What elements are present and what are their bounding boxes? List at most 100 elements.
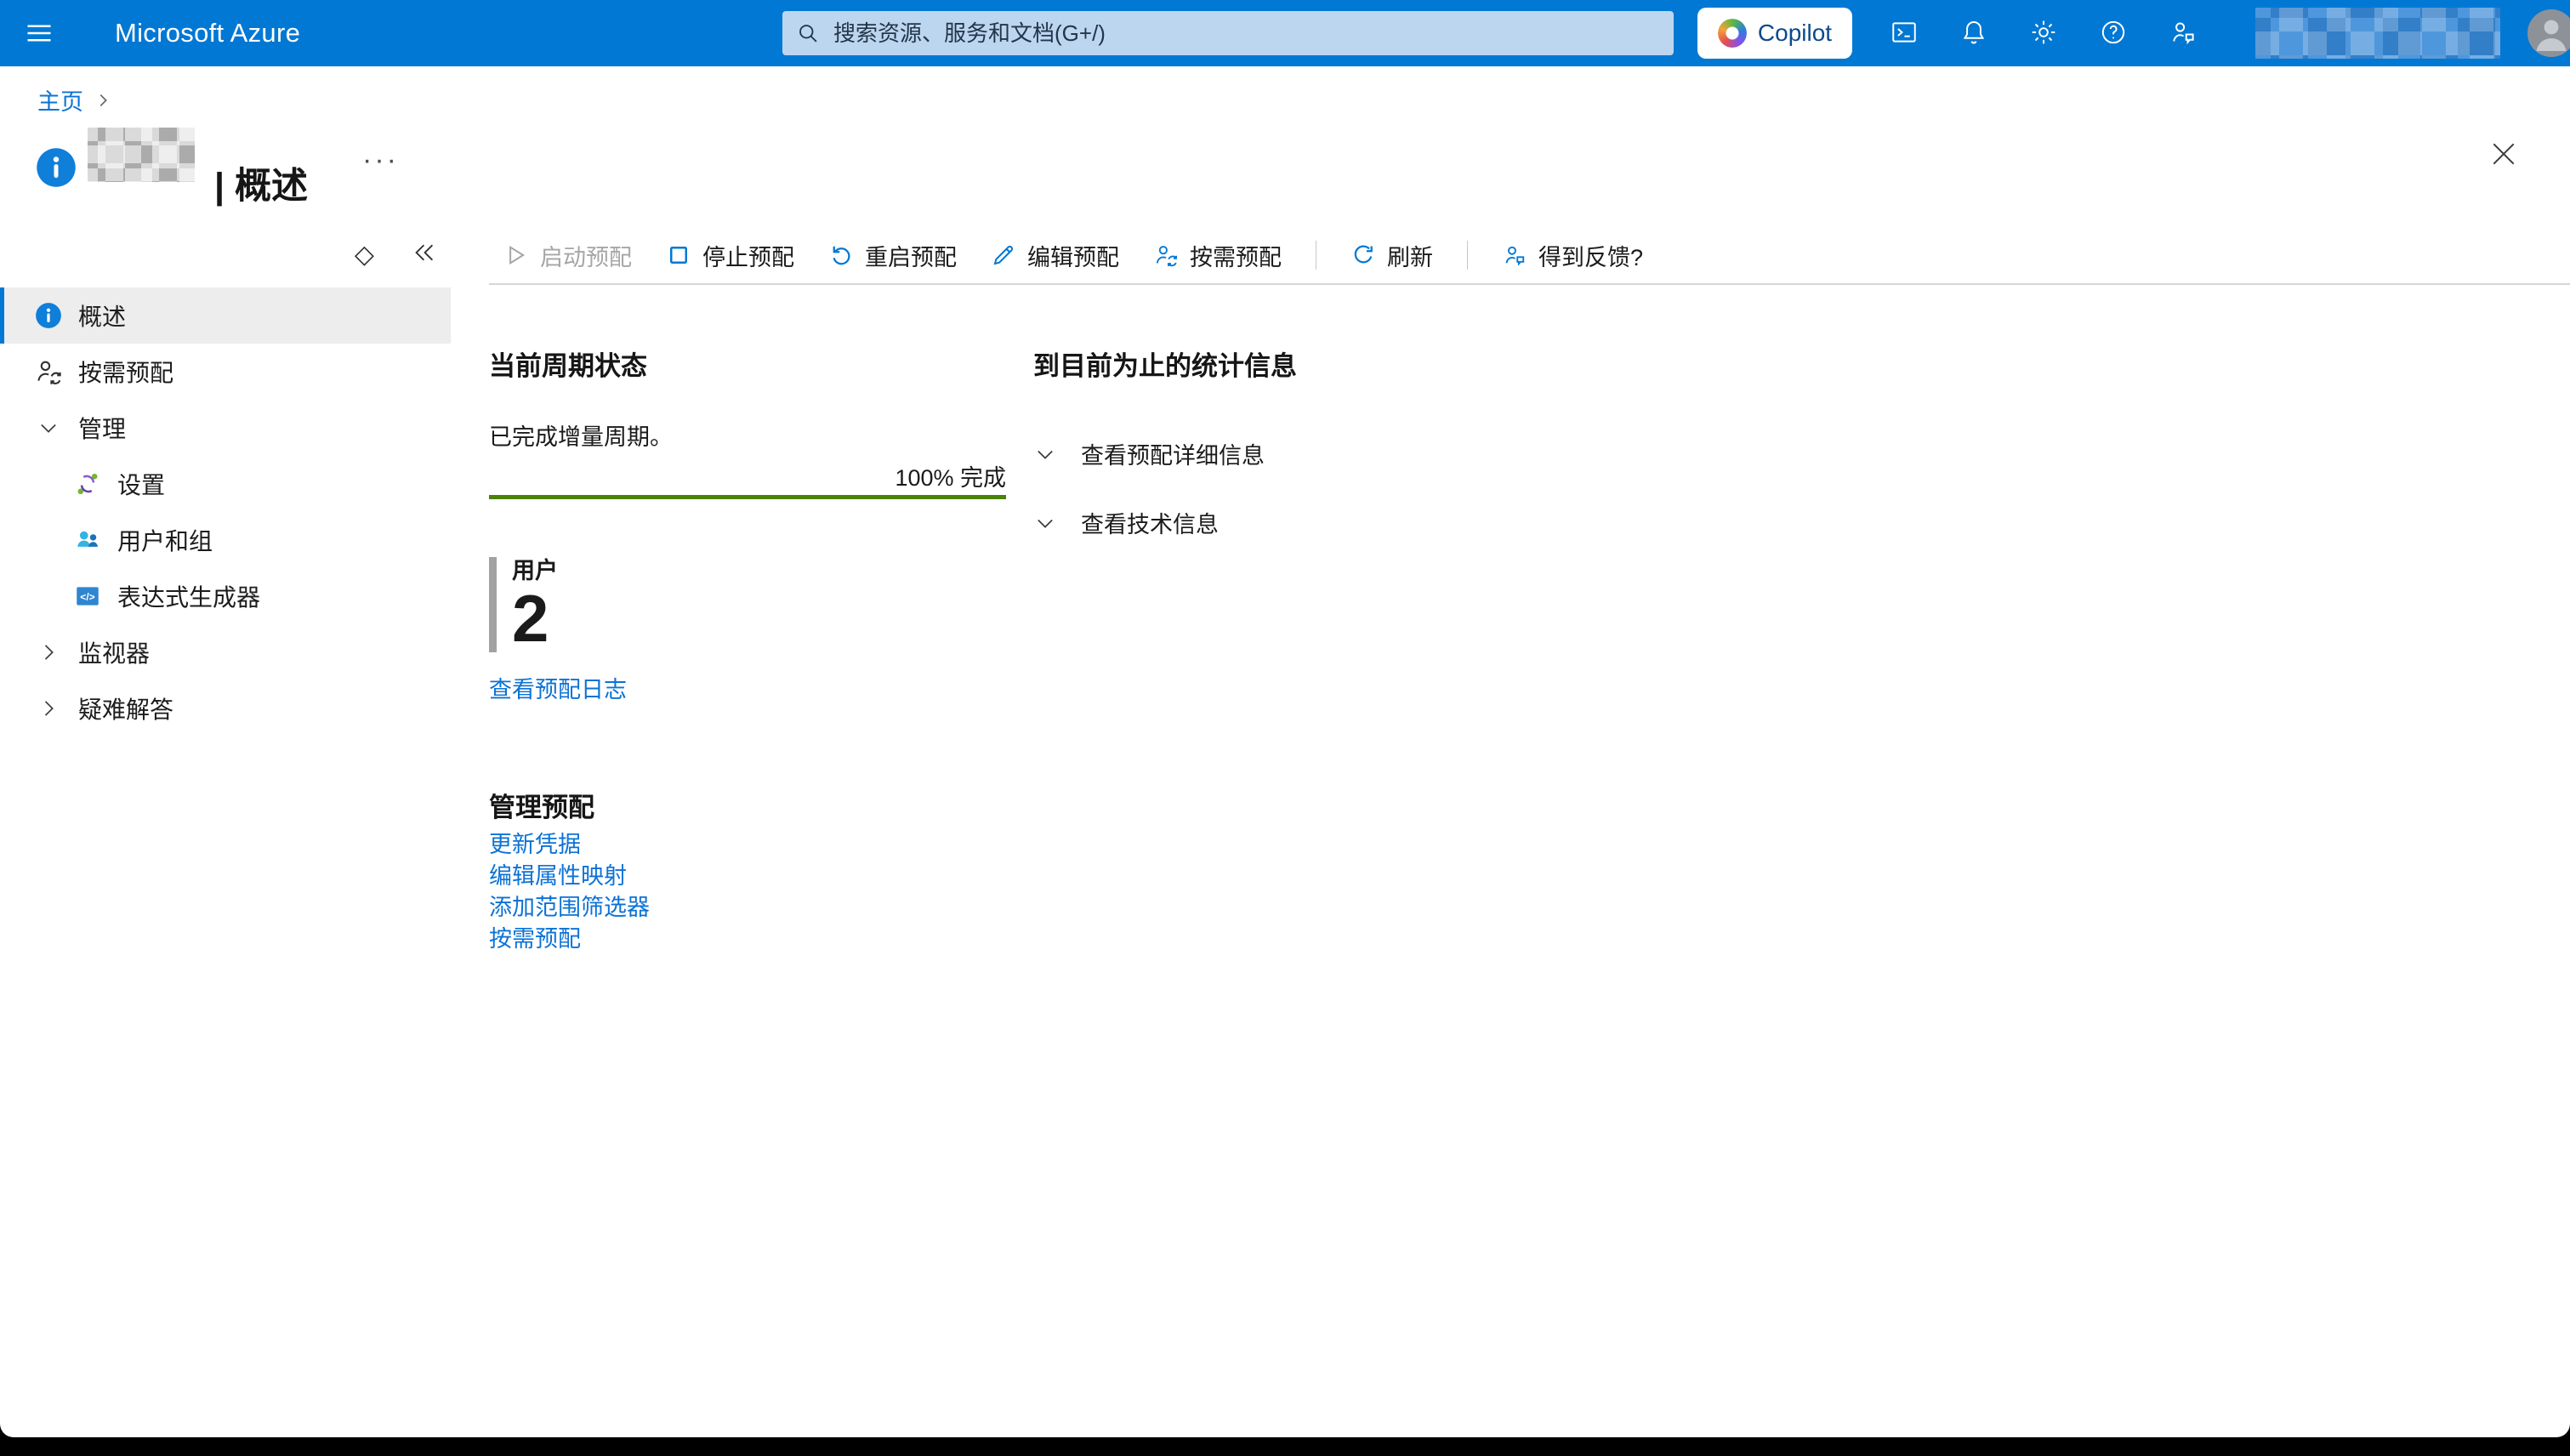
sidebar-item-overview[interactable]: 概述 — [0, 287, 451, 344]
sidebar: ◇ 概述 按需预配 管理 设置 — [0, 231, 451, 737]
play-icon — [503, 242, 529, 268]
sidebar-item-label: 管理 — [78, 411, 126, 445]
resource-name-blurred — [88, 128, 195, 182]
progress-bar — [489, 495, 1006, 499]
toolbar-button-label: 编辑预配 — [1027, 239, 1119, 272]
toolbar-button-label: 按需预配 — [1190, 239, 1282, 272]
sidebar-item-settings[interactable]: 设置 — [0, 456, 451, 512]
sidebar-item-label: 表达式生成器 — [117, 579, 260, 613]
toolbar-button-label: 启动预配 — [540, 239, 632, 272]
sidebar-tools: ◇ — [0, 231, 451, 279]
view-technical-information-expander[interactable]: 查看技术信息 — [1033, 506, 1219, 539]
provision-on-demand-link[interactable]: 按需预配 — [489, 925, 1006, 953]
chevron-down-icon — [1033, 511, 1057, 535]
avatar[interactable] — [2527, 9, 2570, 57]
cloud-shell-button[interactable] — [1890, 18, 1919, 49]
breadcrumb-home-link[interactable]: 主页 — [37, 83, 83, 117]
sidebar-group-monitor[interactable]: 监视器 — [0, 624, 451, 680]
view-provisioning-details-expander[interactable]: 查看预配详细信息 — [1033, 437, 1265, 470]
brand-title[interactable]: Microsoft Azure — [115, 0, 300, 66]
search-icon — [796, 21, 820, 45]
portal-feedback-button[interactable] — [2169, 18, 2198, 49]
feedback-icon — [2169, 18, 2198, 47]
copilot-icon — [1718, 19, 1747, 48]
metric-accent-bar — [489, 557, 497, 652]
progress-percent-label: 100% 完成 — [489, 464, 1006, 492]
account-info-blurred[interactable] — [2255, 8, 2500, 59]
restart-icon — [828, 242, 854, 268]
more-options-button[interactable]: ··· — [357, 143, 404, 178]
refresh-icon — [1350, 242, 1376, 268]
notifications-button[interactable] — [1959, 18, 1988, 49]
users-metric-value: 2 — [512, 584, 558, 652]
view-provisioning-logs-link[interactable]: 查看预配日志 — [489, 676, 627, 703]
restart-provisioning-button[interactable]: 重启预配 — [828, 239, 957, 272]
manage-provisioning-section: 管理预配 更新凭据 编辑属性映射 添加范围筛选器 按需预配 — [489, 792, 1006, 953]
chevron-right-icon — [37, 697, 60, 720]
command-toolbar: 启动预配 停止预配 重启预配 编辑预配 按需预配 刷新 得到反馈? — [503, 235, 1643, 276]
hamburger-menu-button[interactable] — [12, 0, 66, 66]
sidebar-nav: 概述 按需预配 管理 设置 用户和组 </> 表达式生成器 — [0, 287, 451, 737]
chevron-down-icon — [37, 416, 60, 440]
sidebar-group-manage[interactable]: 管理 — [0, 400, 451, 456]
portal-settings-button[interactable] — [2029, 18, 2058, 49]
topbar-icon-group — [1890, 0, 2198, 66]
top-bar: Microsoft Azure Copilot — [0, 0, 2570, 66]
start-provisioning-button[interactable]: 启动预配 — [503, 239, 632, 272]
chevron-down-icon — [1033, 442, 1057, 466]
avatar-person-icon — [2527, 9, 2570, 57]
close-blade-button[interactable] — [2485, 136, 2522, 173]
toolbar-divider-rule — [489, 283, 2570, 285]
expression-builder-icon: </> — [73, 582, 102, 611]
provision-on-demand-button[interactable]: 按需预配 — [1153, 239, 1282, 272]
sidebar-item-label: 按需预配 — [78, 355, 173, 389]
notifications-icon — [1959, 18, 1988, 47]
sidebar-item-provision-on-demand[interactable]: 按需预配 — [0, 344, 451, 400]
add-scoping-filters-link[interactable]: 添加范围筛选器 — [489, 894, 1006, 921]
sidebar-item-expression-builder[interactable]: </> 表达式生成器 — [0, 568, 451, 624]
breadcrumb: 主页 — [37, 83, 112, 117]
sidebar-item-label: 用户和组 — [117, 523, 213, 557]
users-metric: 用户 2 — [489, 557, 1006, 652]
toolbar-button-label: 得到反馈? — [1538, 239, 1643, 272]
progress-bar-fill — [489, 495, 1006, 499]
help-icon — [2099, 18, 2128, 47]
person-sync-icon — [1153, 242, 1179, 268]
keyboard-shortcut-button[interactable]: ◇ — [351, 242, 378, 268]
provisioning-settings-icon — [73, 469, 102, 498]
page-title: | 概述 — [214, 156, 308, 209]
toolbar-button-label: 重启预配 — [865, 239, 957, 272]
pencil-icon — [991, 242, 1016, 268]
global-search-box — [782, 11, 1674, 55]
feedback-icon — [1502, 242, 1527, 268]
manage-links: 更新凭据 编辑属性映射 添加范围筛选器 按需预配 — [489, 831, 1006, 953]
sidebar-item-label: 疑难解答 — [78, 691, 173, 725]
sidebar-item-users-groups[interactable]: 用户和组 — [0, 512, 451, 568]
refresh-button[interactable]: 刷新 — [1350, 239, 1433, 272]
search-input[interactable] — [832, 20, 1660, 48]
update-credentials-link[interactable]: 更新凭据 — [489, 831, 1006, 858]
manage-provisioning-heading: 管理预配 — [489, 792, 1006, 824]
azure-portal-page: Microsoft Azure Copilot — [0, 0, 2570, 1437]
current-cycle-heading: 当前周期状态 — [489, 350, 1006, 383]
cycle-status-text: 已完成增量周期。 — [489, 424, 1006, 451]
sidebar-group-troubleshoot[interactable]: 疑难解答 — [0, 680, 451, 737]
help-button[interactable] — [2099, 18, 2128, 49]
toolbar-divider — [1467, 241, 1468, 270]
current-cycle-section: 当前周期状态 已完成增量周期。 100% 完成 用户 2 查看预配日志 管理预配… — [489, 350, 1006, 953]
stop-provisioning-button[interactable]: 停止预配 — [666, 239, 794, 272]
svg-text:</>: </> — [80, 591, 94, 603]
edit-provisioning-button[interactable]: 编辑预配 — [991, 239, 1119, 272]
close-icon — [2487, 137, 2521, 171]
sidebar-item-label: 监视器 — [78, 635, 150, 669]
statistics-section: 到目前为止的统计信息 查看预配详细信息 查看技术信息 — [1033, 350, 1680, 539]
got-feedback-button[interactable]: 得到反馈? — [1502, 239, 1643, 272]
copilot-button[interactable]: Copilot — [1697, 8, 1852, 59]
hamburger-icon — [24, 18, 54, 48]
sidebar-item-label: 概述 — [78, 299, 126, 333]
expander-label: 查看技术信息 — [1081, 506, 1219, 539]
toolbar-button-label: 停止预配 — [702, 239, 794, 272]
person-sync-icon — [34, 357, 63, 386]
edit-attribute-mappings-link[interactable]: 编辑属性映射 — [489, 862, 1006, 890]
collapse-sidebar-button[interactable] — [408, 240, 441, 270]
